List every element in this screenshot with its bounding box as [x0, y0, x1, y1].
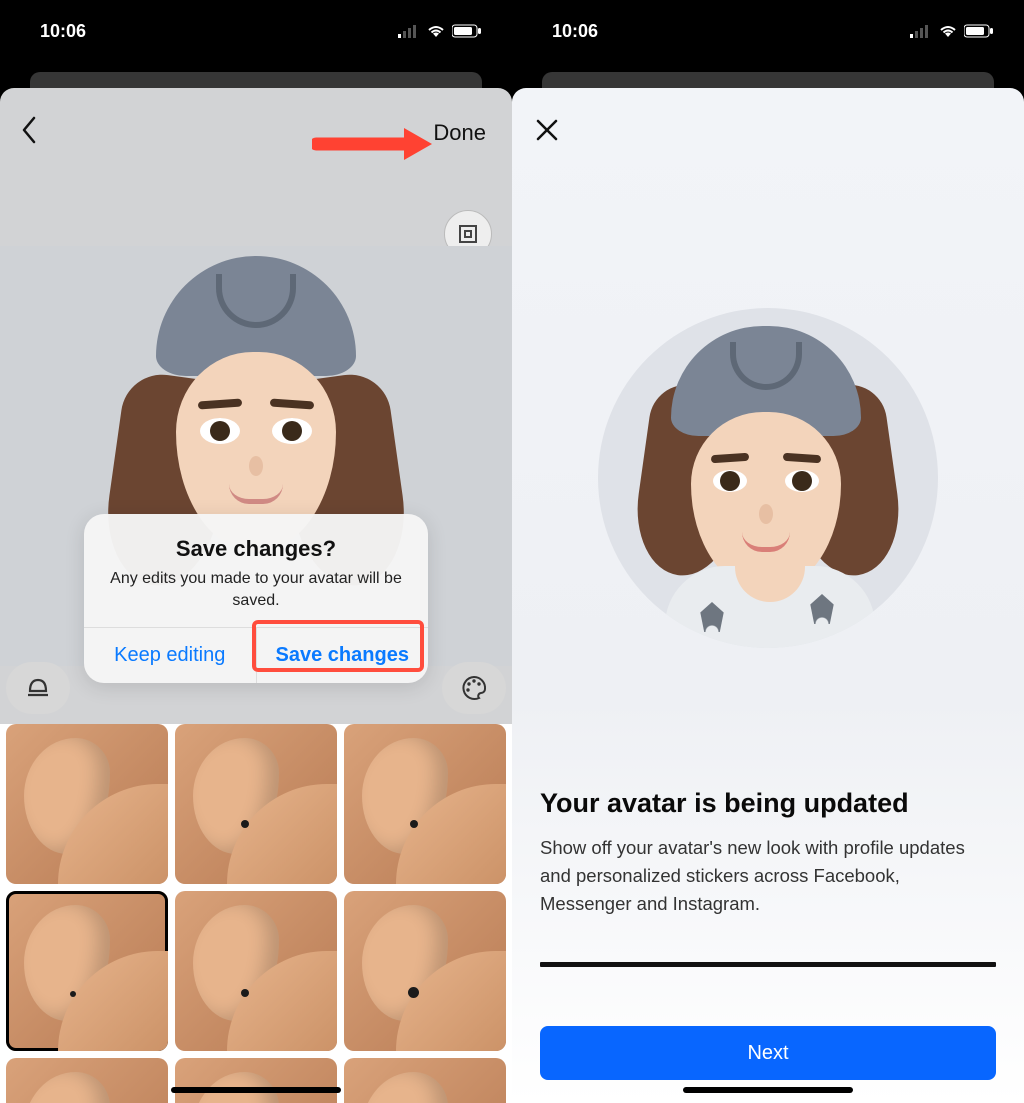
updated-subtext: Show off your avatar's new look with pro…: [540, 834, 996, 917]
save-changes-dialog: Save changes? Any edits you made to your…: [84, 514, 428, 683]
earring-option-grid: [0, 724, 512, 1103]
updated-heading: Your avatar is being updated: [540, 788, 996, 819]
save-changes-button[interactable]: Save changes: [257, 628, 429, 683]
avatar-updated-screen: Your avatar is being updated Show off yo…: [512, 88, 1024, 1103]
cellular-signal-icon: [910, 24, 932, 38]
avatar-editor-screen: Done: [0, 88, 512, 1103]
wifi-icon: [426, 24, 446, 38]
avatar-full: [643, 326, 893, 648]
next-button[interactable]: Next: [540, 1026, 996, 1080]
status-time: 10:06: [552, 21, 598, 42]
earring-option[interactable]: [6, 724, 168, 884]
status-bar: 10:06: [512, 0, 1024, 50]
cellular-signal-icon: [398, 24, 420, 38]
earring-option[interactable]: [344, 1058, 506, 1103]
editor-header: Done: [0, 88, 512, 158]
next-button-label: Next: [747, 1042, 788, 1065]
home-indicator[interactable]: [683, 1087, 853, 1093]
close-button[interactable]: [536, 116, 558, 148]
earring-option[interactable]: [175, 1058, 337, 1103]
right-phone: 10:06: [512, 0, 1024, 1103]
avatar-preview-circle: [598, 308, 938, 648]
battery-icon: [964, 24, 994, 38]
keep-editing-button[interactable]: Keep editing: [84, 628, 256, 683]
wifi-icon: [938, 24, 958, 38]
home-indicator[interactable]: [171, 1087, 341, 1093]
done-button[interactable]: Done: [433, 120, 486, 146]
status-indicators: [398, 24, 482, 38]
earring-option[interactable]: [175, 891, 337, 1051]
earring-option[interactable]: [6, 891, 168, 1051]
progress-indicator: [540, 962, 996, 967]
earring-option[interactable]: [344, 891, 506, 1051]
left-phone: 10:06 Done: [0, 0, 512, 1103]
status-bar: 10:06: [0, 0, 512, 50]
status-indicators: [910, 24, 994, 38]
battery-icon: [452, 24, 482, 38]
back-button[interactable]: [20, 116, 38, 151]
earring-option[interactable]: [344, 724, 506, 884]
earring-option[interactable]: [6, 1058, 168, 1103]
status-time: 10:06: [40, 21, 86, 42]
dialog-title: Save changes?: [102, 536, 410, 562]
dialog-message: Any edits you made to your avatar will b…: [102, 568, 410, 611]
palette-icon[interactable]: [442, 662, 506, 714]
earring-option[interactable]: [175, 724, 337, 884]
category-icon[interactable]: [6, 662, 70, 714]
